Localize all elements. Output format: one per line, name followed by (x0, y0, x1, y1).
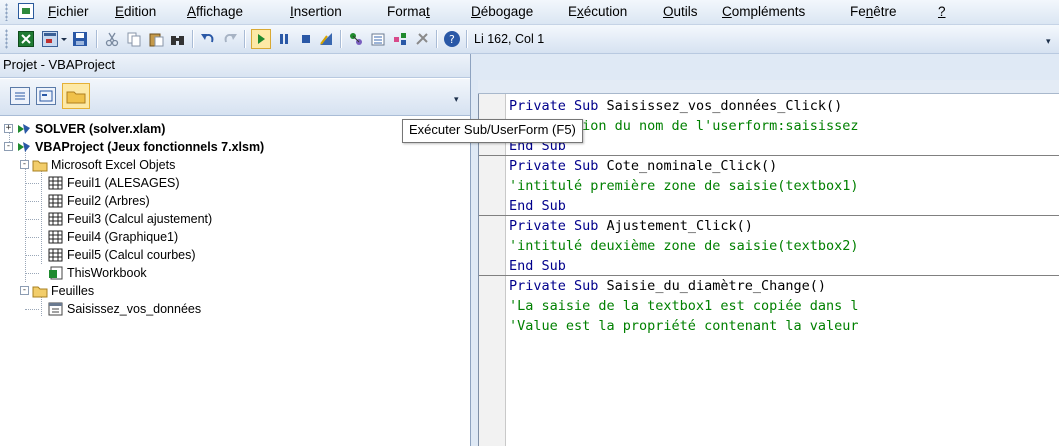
tree-item-label: ThisWorkbook (67, 266, 147, 280)
folder-icon (32, 284, 48, 298)
undo-icon[interactable] (200, 31, 216, 47)
tree-item-label: Feuil5 (Calcul courbes) (67, 248, 196, 262)
worksheet-icon (48, 212, 64, 226)
code-margin[interactable] (479, 94, 506, 446)
project-explorer-title: Projet - VBAProject (0, 54, 470, 78)
insert-userform-icon[interactable] (42, 31, 58, 47)
vba-project-icon (16, 140, 32, 154)
tree-item-label: Feuil3 (Calcul ajustement) (67, 212, 213, 226)
userform-icon (48, 302, 64, 316)
folder-icon (32, 158, 48, 172)
tree-item[interactable]: Feuil3 (Calcul ajustement) (0, 210, 470, 228)
cursor-position: Li 162, Col 1 (474, 32, 545, 46)
code-line[interactable]: 'La saisie de la textbox1 est copiée dan… (509, 296, 859, 316)
menu-item-6[interactable]: Exécution (568, 0, 627, 24)
tree-item[interactable]: - VBAProject (Jeux fonctionnels 7.xlsm) (0, 138, 470, 156)
tree-item-label: Feuil1 (ALESAGES) (67, 176, 180, 190)
help-icon[interactable]: ? (444, 31, 460, 47)
toolbox-icon[interactable] (414, 31, 430, 47)
menu-bar: Fichier Edition Affichage Insertion Format Dé… (0, 0, 1059, 25)
tree-item[interactable]: Feuil4 (Graphique1) (0, 228, 470, 246)
tree-item[interactable]: Feuil2 (Arbres) (0, 192, 470, 210)
break-icon[interactable] (276, 31, 292, 47)
view-object-icon[interactable] (36, 87, 56, 105)
toolbar-grip[interactable] (5, 29, 8, 49)
worksheet-icon (48, 176, 64, 190)
run-icon[interactable] (251, 29, 271, 49)
dropdown-arrow-icon[interactable] (60, 31, 68, 47)
workbook-icon (48, 266, 64, 280)
svg-text:?: ? (449, 33, 455, 46)
tree-item-label: SOLVER (solver.xlam) (35, 122, 166, 136)
code-line[interactable]: 'intitulé première zone de saisie(textbo… (509, 176, 859, 196)
cut-icon[interactable] (104, 31, 120, 47)
properties-icon[interactable] (370, 31, 386, 47)
save-icon[interactable] (72, 31, 88, 47)
design-mode-icon[interactable] (318, 31, 334, 47)
run-tooltip: Exécuter Sub/UserForm (F5) (402, 119, 583, 143)
code-line[interactable]: 'Value est la propriété contenant la val… (509, 316, 859, 336)
object-browser-icon[interactable] (392, 31, 408, 47)
code-window-header (478, 80, 1059, 94)
code-line[interactable]: Private Sub Saisie_du_diamètre_Change() (509, 276, 826, 296)
collapse-icon[interactable]: - (20, 286, 29, 295)
menu-item-8[interactable]: Compléments (722, 0, 805, 24)
vba-project-icon (16, 122, 32, 136)
tree-item[interactable]: + SOLVER (solver.xlam) (0, 120, 470, 138)
standard-toolbar: ? Li 162, Col 1 ▾ (0, 25, 1059, 54)
worksheet-icon (48, 194, 64, 208)
tree-item-label: Saisissez_vos_données (67, 302, 202, 316)
toggle-folders-icon[interactable] (62, 83, 90, 109)
redo-icon[interactable] (222, 31, 238, 47)
expand-icon[interactable]: + (4, 124, 13, 133)
tree-item[interactable]: Feuil5 (Calcul courbes) (0, 246, 470, 264)
excel-view-icon[interactable] (18, 31, 34, 47)
copy-icon[interactable] (126, 31, 142, 47)
project-explorer: Projet - VBAProject ▾ + SOLVER (solver.xl… (0, 54, 471, 446)
collapse-icon[interactable]: - (4, 142, 13, 151)
tree-item-label: Microsoft Excel Objets (51, 158, 176, 172)
find-icon[interactable] (170, 31, 186, 47)
menu-item-5[interactable]: Débogage (471, 0, 533, 24)
collapse-icon[interactable]: - (20, 160, 29, 169)
menubar-grip[interactable] (5, 3, 8, 21)
menu-item-1[interactable]: Edition (115, 0, 156, 24)
menu-item-0[interactable]: Fichier (48, 0, 89, 24)
code-line[interactable]: Private Sub Ajustement_Click() (509, 216, 753, 236)
menu-item-9[interactable]: Fenêtre (850, 0, 897, 24)
menu-item-3[interactable]: Insertion (290, 0, 342, 24)
project-tree: + SOLVER (solver.xlam) - VBAProject (Jeux f… (0, 116, 470, 446)
project-toolbar-overflow-icon[interactable]: ▾ (454, 95, 462, 104)
tree-item-label: Feuilles (51, 284, 95, 298)
tree-item-label: Feuil2 (Arbres) (67, 194, 150, 208)
code-line[interactable]: 'intitulé deuxième zone de saisie(textbo… (509, 236, 859, 256)
reset-icon[interactable] (298, 31, 314, 47)
view-code-icon[interactable] (10, 87, 30, 105)
tree-item-label: VBAProject (Jeux fonctionnels 7.xlsm) (35, 140, 265, 154)
tree-item[interactable]: - Microsoft Excel Objets (0, 156, 470, 174)
tree-item-label: Feuil4 (Graphique1) (67, 230, 179, 244)
toolbar-overflow-icon[interactable]: ▾ (1046, 37, 1054, 46)
menu-item-4[interactable]: Format (387, 0, 430, 24)
tree-item[interactable]: ThisWorkbook (0, 264, 470, 282)
code-window[interactable]: Private Sub Saisissez_vos_données_Click(… (478, 94, 1059, 446)
tree-item[interactable]: Feuil1 (ALESAGES) (0, 174, 470, 192)
worksheet-icon (48, 248, 64, 262)
vba-app-icon[interactable] (18, 3, 34, 19)
menu-item-7[interactable]: Outils (663, 0, 698, 24)
code-line[interactable]: End Sub (509, 196, 566, 216)
code-line[interactable]: Private Sub Cote_nominale_Click() (509, 156, 777, 176)
project-toolbar: ▾ (0, 79, 470, 116)
menu-item-10[interactable]: ? (938, 0, 946, 24)
tree-item[interactable]: Saisissez_vos_données (0, 300, 470, 318)
project-explorer-icon[interactable] (348, 31, 364, 47)
code-line[interactable]: Private Sub Saisissez_vos_données_Click(… (509, 96, 842, 116)
code-line[interactable]: End Sub (509, 256, 566, 276)
menu-item-2[interactable]: Affichage (187, 0, 243, 24)
worksheet-icon (48, 230, 64, 244)
paste-icon[interactable] (148, 31, 164, 47)
tree-item[interactable]: - Feuilles (0, 282, 470, 300)
